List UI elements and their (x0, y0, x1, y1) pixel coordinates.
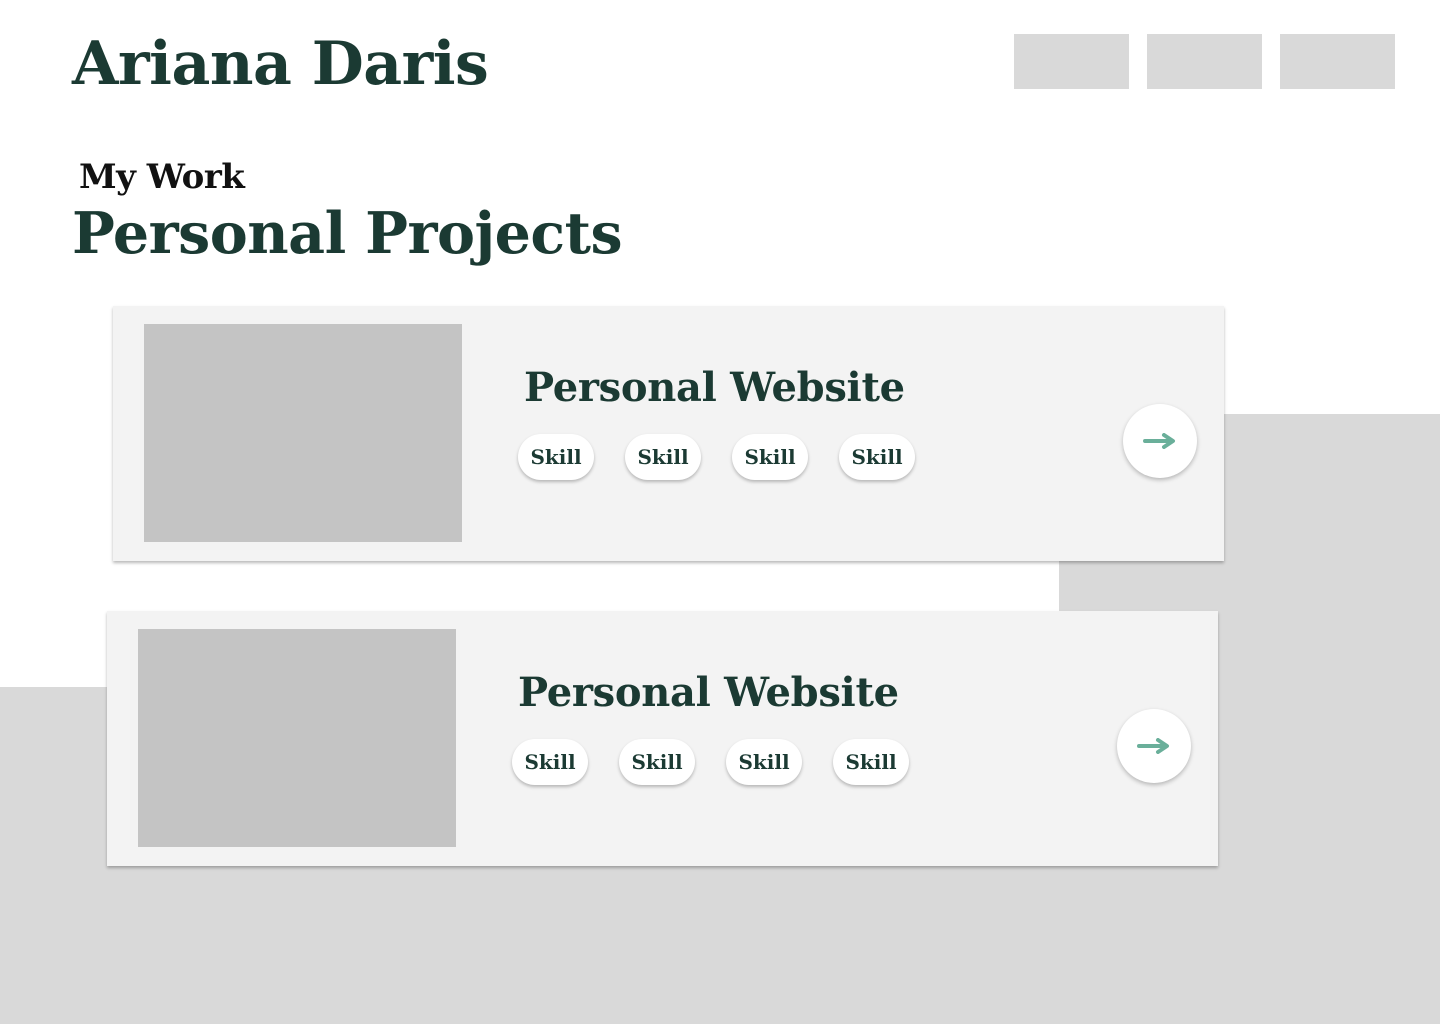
project-title: Personal Website (518, 669, 899, 716)
skill-chip: Skill (512, 739, 588, 785)
nav-button-3[interactable] (1280, 34, 1395, 89)
nav-button-1[interactable] (1014, 34, 1129, 89)
open-project-button[interactable] (1123, 404, 1197, 478)
skill-chip: Skill (726, 739, 802, 785)
skill-chip: Skill (833, 739, 909, 785)
section-title: Personal Projects (72, 200, 623, 267)
skill-chip: Skill (732, 434, 808, 480)
project-card: Personal Website Skill Skill Skill Skill (113, 306, 1224, 561)
skill-chip: Skill (839, 434, 915, 480)
skill-chip: Skill (518, 434, 594, 480)
project-title: Personal Website (524, 364, 905, 411)
project-card: Personal Website Skill Skill Skill Skill (107, 611, 1218, 866)
section-eyebrow: My Work (79, 157, 245, 197)
open-project-button[interactable] (1117, 709, 1191, 783)
skill-chip: Skill (625, 434, 701, 480)
skill-chip: Skill (619, 739, 695, 785)
arrow-right-icon (1143, 433, 1175, 449)
project-thumbnail (144, 324, 462, 542)
skill-list: Skill Skill Skill Skill (518, 434, 915, 480)
site-title: Ariana Daris (72, 29, 489, 99)
nav-button-2[interactable] (1147, 34, 1262, 89)
skill-list: Skill Skill Skill Skill (512, 739, 909, 785)
project-thumbnail (138, 629, 456, 847)
arrow-right-icon (1137, 738, 1169, 754)
